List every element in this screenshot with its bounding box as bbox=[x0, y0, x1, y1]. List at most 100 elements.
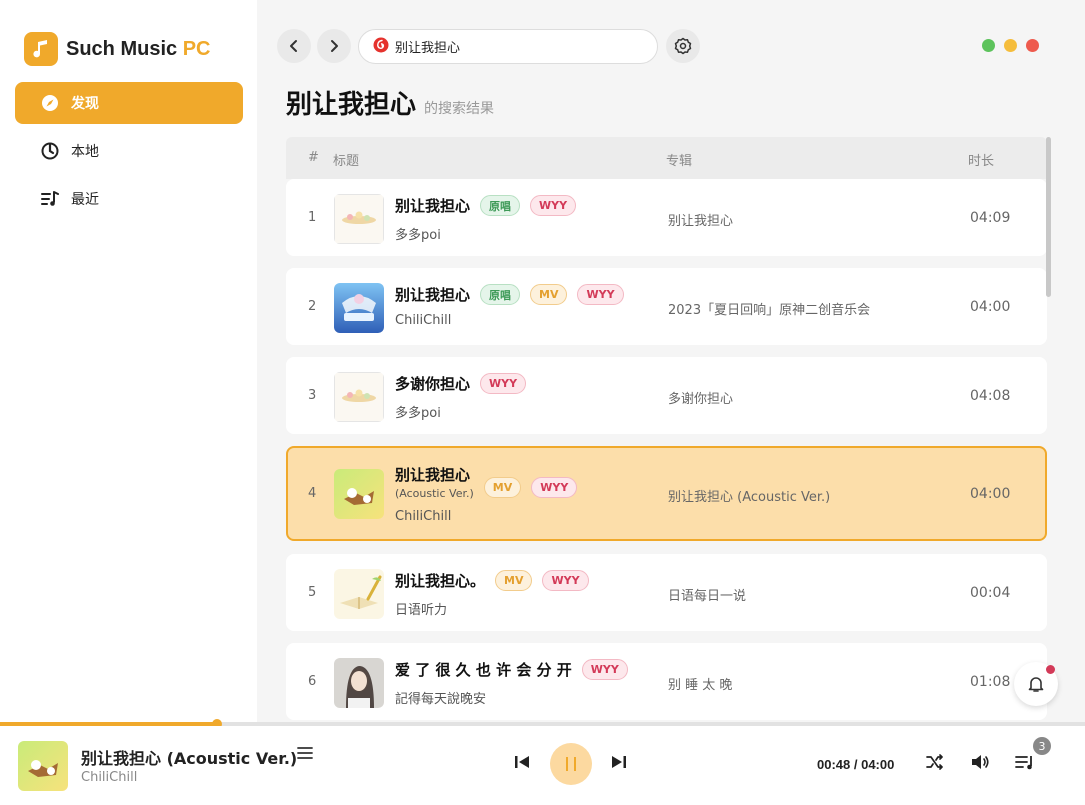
now-playing-artist[interactable]: ChiliChill bbox=[81, 770, 137, 785]
table-row[interactable]: 1 别让我担心 原唱 WYY 多多poi 别让我担心 04:09 bbox=[286, 179, 1047, 256]
song-duration: 01:08 bbox=[970, 674, 1011, 690]
scrollbar[interactable] bbox=[1046, 137, 1051, 297]
song-title[interactable]: 别让我担心。 bbox=[395, 570, 485, 591]
song-artist[interactable]: ChiliChill bbox=[395, 509, 451, 524]
col-album[interactable]: 专辑 bbox=[666, 150, 692, 169]
queue-button[interactable] bbox=[1014, 752, 1036, 776]
app-name: Such Music PC bbox=[66, 37, 211, 60]
tag-mv[interactable]: MV bbox=[495, 570, 533, 591]
song-artist[interactable]: 多多poi bbox=[395, 224, 441, 243]
tag-wyy: WYY bbox=[577, 284, 624, 305]
song-list: 1 别让我担心 原唱 WYY 多多poi 别让我担心 04:09 2 别让我担心… bbox=[286, 179, 1047, 722]
song-artist[interactable]: ChiliChill bbox=[395, 313, 451, 328]
netease-icon bbox=[373, 37, 389, 57]
song-artist[interactable]: 日语听力 bbox=[395, 599, 447, 618]
shuffle-button[interactable] bbox=[925, 752, 945, 776]
table-row[interactable]: 5 别让我担心。 MV WYY 日语听力 日语每日一说 00:04 bbox=[286, 554, 1047, 631]
now-playing-cover[interactable] bbox=[18, 741, 68, 791]
sidebar-item-label: 最近 bbox=[71, 192, 99, 208]
chevron-left-icon bbox=[290, 40, 297, 52]
song-title-version: (Acoustic Ver.) bbox=[395, 487, 474, 500]
volume-button[interactable] bbox=[970, 752, 990, 776]
sidebar-item-discover[interactable]: 发现 bbox=[15, 82, 243, 124]
tag-mv[interactable]: MV bbox=[530, 284, 568, 305]
row-number: 3 bbox=[308, 388, 317, 403]
song-album[interactable]: 别让我担心 bbox=[668, 210, 733, 229]
window-controls bbox=[982, 39, 1039, 52]
row-number: 2 bbox=[308, 299, 317, 314]
table-row[interactable]: 3 多谢你担心 WYY 多多poi 多谢你担心 04:08 bbox=[286, 357, 1047, 434]
search-value: 别让我担心 bbox=[395, 41, 461, 56]
song-title[interactable]: 别让我担心 bbox=[395, 284, 470, 305]
song-duration: 04:09 bbox=[970, 210, 1011, 226]
tag-mv[interactable]: MV bbox=[483, 476, 522, 498]
chevron-right-icon bbox=[331, 40, 338, 52]
song-duration: 04:00 bbox=[970, 486, 1011, 502]
song-title[interactable]: 多谢你担心 bbox=[395, 373, 470, 394]
table-row-active[interactable]: 4 别让我担心 (Acoustic Ver.) MV WYY ChiliChil… bbox=[286, 446, 1047, 541]
song-duration: 04:00 bbox=[970, 299, 1011, 315]
song-title[interactable]: 别让我担心 bbox=[395, 195, 470, 216]
page-subtitle: 的搜索结果 bbox=[424, 101, 495, 117]
tag-wyy: WYY bbox=[542, 570, 589, 591]
title-line: 爱 了 很 久 也 许 会 分 开 WYY bbox=[395, 659, 628, 680]
recent-list-icon bbox=[41, 190, 59, 208]
col-duration[interactable]: 时长 bbox=[968, 150, 994, 169]
song-album[interactable]: 日语每日一说 bbox=[668, 585, 746, 604]
tag-original: 原唱 bbox=[480, 195, 521, 216]
sidebar-item-label: 发现 bbox=[71, 96, 99, 112]
gear-icon bbox=[674, 37, 692, 55]
page-heading: 别让我担心 的搜索结果 bbox=[286, 84, 494, 121]
title-line: 别让我担心 (Acoustic Ver.) MV WYY bbox=[395, 464, 578, 500]
table-row[interactable]: 6 爱 了 很 久 也 许 会 分 开 WYY 記得每天說晚安 别 睡 太 晚 … bbox=[286, 643, 1047, 720]
notification-button[interactable] bbox=[1014, 662, 1058, 706]
skip-next-icon bbox=[612, 756, 626, 768]
col-title[interactable]: 标题 bbox=[333, 150, 359, 169]
window-maximize-button[interactable] bbox=[982, 39, 995, 52]
song-menu-button[interactable] bbox=[296, 744, 314, 766]
album-cover bbox=[334, 194, 384, 244]
window-close-button[interactable] bbox=[1026, 39, 1039, 52]
top-bar: 别让我担心 bbox=[257, 0, 1085, 80]
skip-previous-icon bbox=[515, 756, 529, 768]
forward-button[interactable] bbox=[317, 29, 351, 63]
table-row[interactable]: 2 别让我担心 原唱 MV WYY ChiliChill 2023「夏日回响」原… bbox=[286, 268, 1047, 345]
tag-wyy: WYY bbox=[480, 373, 527, 394]
back-button[interactable] bbox=[277, 29, 311, 63]
song-artist[interactable]: 記得每天說晚安 bbox=[395, 688, 486, 707]
app-window: Such Music PC 发现 本地 最近 别让我担心 别让我担心 的搜索结果… bbox=[0, 0, 1085, 805]
title-line: 别让我担心 原唱 MV WYY bbox=[395, 284, 624, 305]
pause-button[interactable] bbox=[550, 743, 592, 785]
previous-button[interactable] bbox=[512, 752, 532, 776]
notification-dot bbox=[1046, 665, 1055, 674]
table-header: # 标题 专辑 时长 bbox=[286, 137, 1047, 179]
playlist-icon bbox=[1015, 756, 1032, 770]
song-title[interactable]: 别让我担心 bbox=[395, 464, 474, 485]
menu-icon bbox=[297, 747, 313, 759]
song-album[interactable]: 2023「夏日回响」原神二创音乐会 bbox=[668, 299, 870, 318]
pause-icon bbox=[566, 757, 576, 771]
song-album[interactable]: 别 睡 太 晚 bbox=[668, 674, 732, 693]
next-button[interactable] bbox=[609, 752, 629, 776]
bell-icon bbox=[1028, 677, 1044, 692]
row-number: 4 bbox=[308, 486, 317, 501]
row-number: 5 bbox=[308, 585, 317, 600]
title-line: 多谢你担心 WYY bbox=[395, 373, 527, 394]
compass-icon bbox=[41, 94, 59, 112]
album-cover bbox=[334, 283, 384, 333]
page-title: 别让我担心 bbox=[286, 90, 417, 120]
window-minimize-button[interactable] bbox=[1004, 39, 1017, 52]
sidebar-item-local[interactable]: 本地 bbox=[15, 130, 243, 172]
title-line: 别让我担心。 MV WYY bbox=[395, 570, 589, 591]
sidebar-item-label: 本地 bbox=[71, 144, 99, 160]
song-title[interactable]: 爱 了 很 久 也 许 会 分 开 bbox=[395, 659, 572, 680]
song-album[interactable]: 别让我担心 (Acoustic Ver.) bbox=[668, 486, 830, 505]
settings-button[interactable] bbox=[666, 29, 700, 63]
tag-wyy: WYY bbox=[581, 659, 628, 680]
song-album[interactable]: 多谢你担心 bbox=[668, 388, 733, 407]
song-artist[interactable]: 多多poi bbox=[395, 402, 441, 421]
sidebar-item-recent[interactable]: 最近 bbox=[15, 178, 243, 220]
album-cover bbox=[334, 469, 384, 519]
search-input[interactable]: 别让我担心 bbox=[358, 29, 658, 64]
player-bar: 别让我担心 (Acoustic Ver.) ChiliChill 00:48 /… bbox=[0, 726, 1085, 805]
